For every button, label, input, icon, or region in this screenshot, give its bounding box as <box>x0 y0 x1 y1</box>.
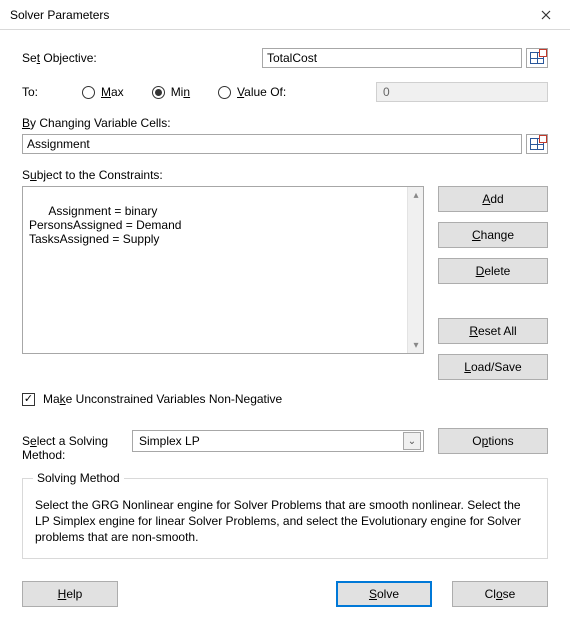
changing-cells-range-picker[interactable] <box>526 134 548 154</box>
range-picker-icon <box>530 52 544 64</box>
window-title: Solver Parameters <box>10 8 109 22</box>
solve-button[interactable]: Solve <box>336 581 432 607</box>
chevron-down-icon: ⌄ <box>403 432 421 450</box>
reset-all-button[interactable]: Reset All <box>438 318 548 344</box>
options-button[interactable]: Options <box>438 428 548 454</box>
radio-value-indicator <box>218 86 231 99</box>
add-button[interactable]: Add <box>438 186 548 212</box>
groupbox-title: Solving Method <box>33 471 124 485</box>
solving-method-label: Select a Solving Method: <box>22 420 118 462</box>
radio-value-of[interactable]: Value Of: <box>218 85 286 99</box>
radio-min[interactable]: Min <box>152 85 190 99</box>
scroll-up-icon: ▴ <box>408 187 424 203</box>
scrollbar[interactable]: ▴ ▾ <box>407 187 423 353</box>
value-of-input[interactable]: 0 <box>376 82 548 102</box>
close-icon <box>541 10 551 20</box>
solving-method-groupbox: Solving Method Select the GRG Nonlinear … <box>22 478 548 559</box>
load-save-button[interactable]: Load/Save <box>438 354 548 380</box>
help-button[interactable]: Help <box>22 581 118 607</box>
radio-min-indicator <box>152 86 165 99</box>
checkbox-indicator: ✓ <box>22 393 35 406</box>
window-close-button[interactable] <box>524 1 568 29</box>
objective-input[interactable] <box>262 48 522 68</box>
change-button[interactable]: Change <box>438 222 548 248</box>
constraints-listbox[interactable]: Assignment = binary PersonsAssigned = De… <box>22 186 424 354</box>
changing-cells-label: By Changing Variable Cells: <box>22 116 548 130</box>
radio-max[interactable]: Max <box>82 85 124 99</box>
scroll-down-icon: ▾ <box>408 337 424 353</box>
constraints-label: Subject to the Constraints: <box>22 168 548 182</box>
set-objective-label: Set Objective: <box>22 51 262 65</box>
changing-cells-input[interactable] <box>22 134 522 154</box>
solving-method-select[interactable]: Simplex LP ⌄ <box>132 430 424 452</box>
title-bar: Solver Parameters <box>0 0 570 30</box>
range-picker-icon <box>530 138 544 150</box>
to-label: To: <box>22 85 82 99</box>
nonnegative-checkbox[interactable]: ✓ Make Unconstrained Variables Non-Negat… <box>22 392 548 406</box>
delete-button[interactable]: Delete <box>438 258 548 284</box>
close-button[interactable]: Close <box>452 581 548 607</box>
radio-max-indicator <box>82 86 95 99</box>
groupbox-text: Select the GRG Nonlinear engine for Solv… <box>35 497 535 546</box>
objective-range-picker[interactable] <box>526 48 548 68</box>
to-radio-group: Max Min Value Of: <box>82 85 286 99</box>
